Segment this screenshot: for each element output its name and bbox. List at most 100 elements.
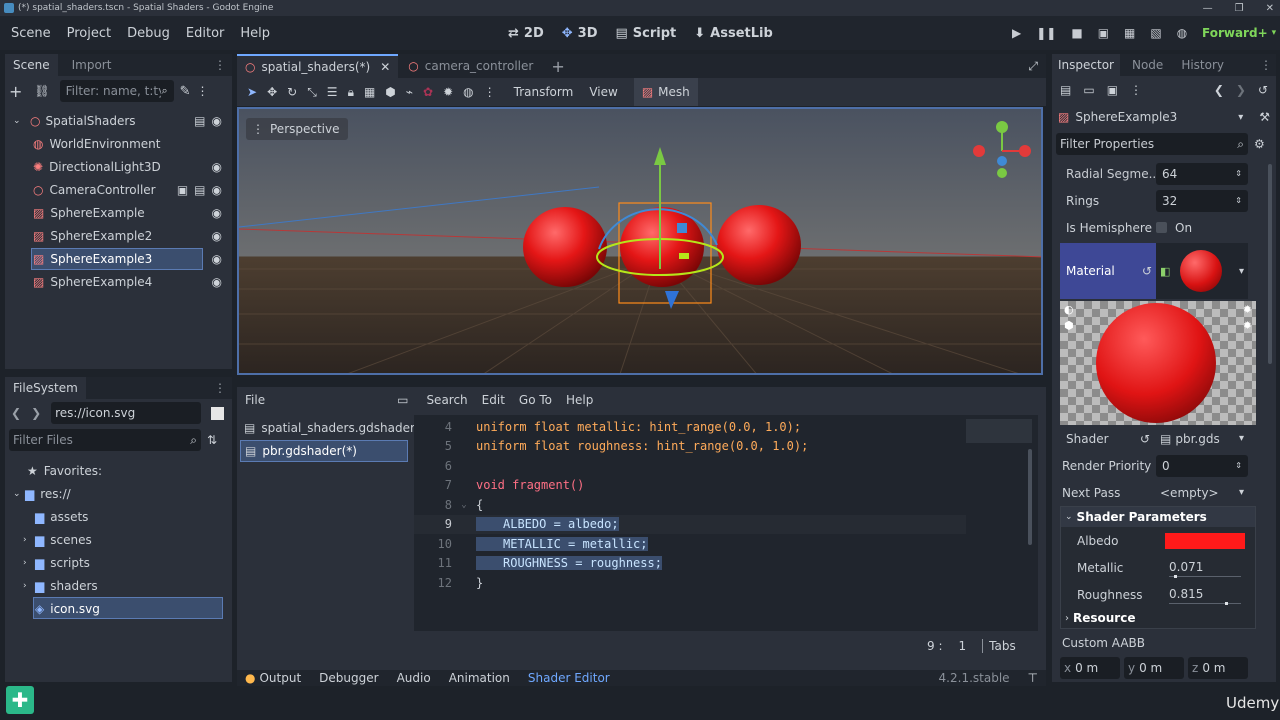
link-icon[interactable]: ⛓ <box>34 84 49 98</box>
code-scrollbar[interactable] <box>1028 449 1032 545</box>
tree-item[interactable]: ★ Favorites: <box>5 459 232 482</box>
help-menu[interactable]: Help <box>566 393 593 407</box>
workspace-assetlib-button[interactable]: ⬇ AssetLib <box>694 26 773 41</box>
minimap[interactable] <box>966 419 1032 443</box>
viewport-menu-icon[interactable]: ⋮ <box>484 85 496 99</box>
tree-item[interactable]: › ▆ scenes <box>5 528 232 551</box>
list-select-icon[interactable]: ☰ <box>327 85 338 99</box>
sphere-example[interactable] <box>523 207 607 287</box>
split-mode-icon[interactable] <box>211 406 225 420</box>
script-icon[interactable]: ▤ <box>194 183 205 197</box>
dock-menu-icon[interactable]: ⋮ <box>214 58 226 72</box>
hemisphere-checkbox[interactable] <box>1156 222 1167 233</box>
slider-grabber[interactable] <box>1225 601 1229 605</box>
minimize-icon[interactable]: — <box>1203 3 1213 14</box>
file-menu[interactable]: File <box>245 393 265 407</box>
history-back-icon[interactable]: ❮ <box>1214 83 1224 97</box>
visibility-icon[interactable]: ◉ <box>212 183 222 197</box>
rings-spinbox[interactable]: 32 ⇕ <box>1156 189 1248 212</box>
workspace-3d-button[interactable]: ✥ 3D <box>562 26 598 41</box>
tab-filesystem[interactable]: FileSystem <box>5 377 86 399</box>
pin-icon[interactable]: ⊤ <box>1028 671 1038 685</box>
play-icon[interactable]: ▶ <box>1012 26 1021 40</box>
slider-grabber[interactable] <box>1173 574 1177 578</box>
tab-debugger[interactable]: Debugger <box>319 671 378 685</box>
tab-shader-editor[interactable]: Shader Editor <box>528 671 610 685</box>
next-pass-picker[interactable]: <empty> ▾ <box>1156 482 1248 504</box>
light2-icon[interactable]: ✹ <box>1243 319 1252 332</box>
shape-toggle-icon[interactable]: ⬢ <box>1064 319 1074 332</box>
move-tool-icon[interactable]: ✥ <box>267 85 277 99</box>
file-filter-input[interactable]: Filter Files ⌕ <box>9 429 201 451</box>
search-menu[interactable]: Search <box>426 393 467 407</box>
aabb-z-field[interactable]: z 0 m <box>1188 657 1248 679</box>
local-space-icon[interactable]: ⬢ <box>385 85 395 99</box>
select-tool-icon[interactable]: ➤ <box>247 85 257 99</box>
workspace-2d-button[interactable]: ⇄ 2D <box>508 26 544 41</box>
view-menu[interactable]: View <box>589 85 617 99</box>
file-list-item-selected[interactable]: ▤ pbr.gdshader(*) <box>240 440 408 462</box>
scene-menu-icon[interactable]: ⋮ <box>197 84 209 98</box>
perspective-button[interactable]: ⋮ Perspective <box>246 118 348 140</box>
revert-icon[interactable]: ↺ <box>1140 432 1156 446</box>
clapperboard-icon[interactable]: ▣ <box>177 183 188 197</box>
tab-output[interactable]: ● Output <box>245 671 301 685</box>
visibility-icon[interactable]: ◉ <box>212 229 222 243</box>
tree-item[interactable]: ▆ assets <box>5 505 232 528</box>
tree-item[interactable]: ✺ DirectionalLight3D ◉ <box>5 155 232 178</box>
play-custom-scene-icon[interactable]: ▧ <box>1150 26 1161 40</box>
tree-item-selected[interactable]: ◈ icon.svg <box>5 597 232 620</box>
tab-history[interactable]: History <box>1175 58 1230 72</box>
dock-menu-icon[interactable]: ⋮ <box>214 381 226 395</box>
expand-icon[interactable]: › <box>23 581 35 591</box>
tree-item[interactable]: ○ CameraController ▣ ▤ ◉ <box>5 178 232 201</box>
aabb-x-field[interactable]: x 0 m <box>1060 657 1120 679</box>
pause-icon[interactable]: ❚❚ <box>1036 26 1056 40</box>
tree-item[interactable]: › ▆ scripts <box>5 551 232 574</box>
plane-handle[interactable] <box>679 253 689 259</box>
tree-item[interactable]: ⌄ ▆ res:// <box>5 482 232 505</box>
shader-resource-picker[interactable]: ▤ pbr.gds ▾ <box>1156 428 1248 450</box>
sort-icon[interactable]: ⇅ <box>207 433 217 447</box>
scene-filter-input[interactable]: Filter: name, t:ty ⌕ <box>59 80 174 102</box>
history-icon[interactable]: ↺ <box>1258 83 1268 97</box>
resource-menu-icon[interactable]: ⋮ <box>1130 83 1142 97</box>
edit-menu[interactable]: Edit <box>482 393 505 407</box>
roughness-slider[interactable]: 0.815 <box>1165 584 1245 606</box>
expand-icon[interactable]: › <box>23 535 35 545</box>
tab-inspector[interactable]: Inspector <box>1052 54 1120 76</box>
rotate-tool-icon[interactable]: ↻ <box>287 85 297 99</box>
goto-menu[interactable]: Go To <box>519 393 552 407</box>
radial-segments-spinbox[interactable]: 64 ⇕ <box>1156 162 1248 185</box>
object-tools-icon[interactable]: ⚒ <box>1259 110 1270 124</box>
tree-item[interactable]: › ▆ shaders <box>5 574 232 597</box>
tab-spatial-shaders[interactable]: ○ spatial_shaders(*) ✕ <box>237 54 399 78</box>
aabb-y-field[interactable]: y 0 m <box>1124 657 1184 679</box>
add-node-icon[interactable]: + <box>9 82 22 101</box>
forward-icon[interactable]: ❯ <box>31 406 41 420</box>
scale-tool-icon[interactable]: ⤡ <box>307 85 317 100</box>
remote-debug-icon[interactable]: ▣ <box>1098 26 1109 40</box>
tree-item[interactable]: ▨ SphereExample2 ◉ <box>5 224 232 247</box>
script-icon[interactable]: ▤ <box>194 114 205 128</box>
menu-scene[interactable]: Scene <box>3 26 59 41</box>
indent-button[interactable]: Tabs <box>982 639 1016 653</box>
inspector-scrollbar[interactable] <box>1268 164 1272 364</box>
lock-icon[interactable]: 🔒︎ <box>348 85 354 100</box>
revert-icon[interactable]: ↺ <box>1142 264 1152 278</box>
close-tab-icon[interactable]: ✕ <box>380 60 390 74</box>
light-toggle-icon[interactable]: ◐ <box>1064 303 1074 316</box>
transform-menu[interactable]: Transform <box>514 85 574 99</box>
visibility-icon[interactable]: ◉ <box>212 160 222 174</box>
tree-item-selected[interactable]: ▨ SphereExample3 ◉ <box>5 247 232 270</box>
snap-icon[interactable]: ⌁ <box>406 85 413 99</box>
code-area[interactable]: 4 uniform float metallic: hint_range(0.0… <box>414 415 1038 631</box>
object-selector[interactable]: ▨ SphereExample3 ▾ ⚒ <box>1052 104 1276 130</box>
distraction-free-icon[interactable]: ⤢ <box>1028 59 1038 74</box>
save-resource-icon[interactable]: ▣ <box>1107 83 1118 97</box>
tab-import[interactable]: Import <box>58 58 126 72</box>
tree-item[interactable]: ▨ SphereExample4 ◉ <box>5 270 232 293</box>
shader-parameters-header[interactable]: ⌄ Shader Parameters <box>1061 507 1255 527</box>
tree-item[interactable]: ◍ WorldEnvironment <box>5 132 232 155</box>
tree-item[interactable]: ▨ SphereExample ◉ <box>5 201 232 224</box>
